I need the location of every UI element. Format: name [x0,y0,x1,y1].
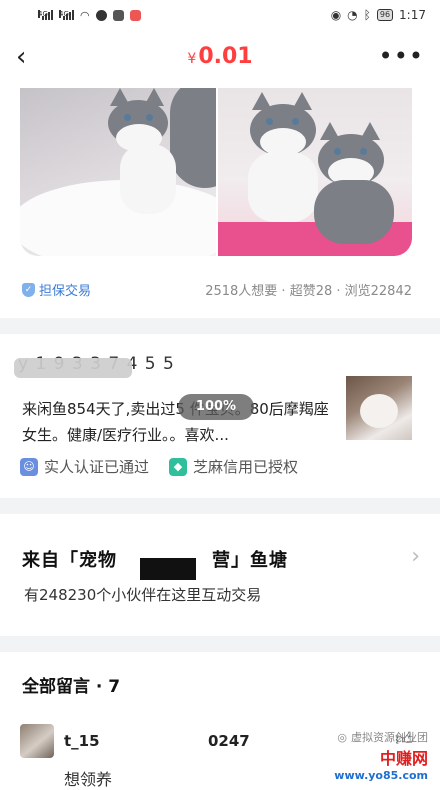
cat-eye [266,118,273,125]
eye-icon: ◉ [330,8,342,22]
cat-photo-2[interactable] [216,88,412,256]
battery-icon: 96 [376,9,394,21]
chat-app-icon [95,9,107,21]
pond-card[interactable]: 来自「宠物 营」鱼塘 有248230个小伙伴在这里互动交易 › [0,514,440,636]
signal-icon: 4G [59,10,74,20]
image-app-icon [112,9,124,21]
guarantee-badge[interactable]: ✓ 担保交易 [22,280,91,299]
redaction-block [140,558,196,580]
price-value: 0.01 [198,44,253,69]
cat-body [314,180,394,244]
photo-gallery[interactable] [20,88,412,256]
seller-card[interactable]: y 1 9 3 3 7 4 5 5 来闲鱼854天了,卖出过5 件宝贝。80后摩… [0,334,440,498]
seller-description: 来闲鱼854天了,卖出过5 件宝贝。80后摩羯座女生。健康/医疗行业。。喜欢..… [22,400,329,444]
watermark-brand: 中赚网 [379,749,428,768]
verification-row: ☺ 实人认证已通过 ◆ 芝麻信用已授权 [20,456,298,477]
comments-title: 全部留言 · 7 [22,677,121,697]
sesame-credit-icon: ◆ [169,457,188,476]
price-display: ¥0.01 [0,44,440,69]
currency-symbol: ¥ [187,51,197,67]
verify-sesame-credit[interactable]: ◆ 芝麻信用已授权 [169,456,298,477]
item-stats: 2518人想要 · 超赞28 · 浏览22842 [205,284,412,299]
bluetooth-icon: ᛒ [363,8,371,22]
watermark-text: 虚拟资源创业团 [351,731,428,744]
person-id-icon: ☺ [20,457,38,476]
notification-app-icon [129,9,141,21]
commenter-name-suffix: 0247 [208,732,250,750]
watermark-url: www.yo85.com [334,769,428,782]
zoom-badge: 100% [178,394,254,420]
shield-icon: ✓ [22,282,35,297]
nav-bar: ‹ ¥0.01 ••• [0,30,440,88]
wechat-icon: ◎ [337,730,347,744]
chevron-right-icon[interactable]: › [411,544,420,569]
commenter-avatar[interactable] [20,724,54,758]
cat-face [360,394,398,428]
more-button[interactable]: ••• [379,42,424,70]
verify-label: 实人认证已通过 [44,458,150,476]
cat-body [120,144,176,214]
fluffy-blanket [20,180,216,256]
status-bar: 4G 4G ◠ ◉ ◔ ᛒ 96 1:17 [0,0,440,30]
cat-body [248,152,318,222]
signal-icon: 4G [38,10,53,20]
grey-cat-shape [170,88,216,188]
alarm-icon: ◔ [347,8,358,22]
name-blur-mask [14,358,132,378]
goods-card: ✓ 担保交易 2518人想要 · 超赞28 · 浏览22842 [0,88,440,318]
seller-avatar[interactable] [346,376,412,440]
watermark-line: ◎ 虚拟资源创业团 [334,729,428,745]
cat-eye [334,148,341,155]
status-right: ◉ ◔ ᛒ 96 1:17 [331,8,426,22]
verify-real-name[interactable]: ☺ 实人认证已通过 [20,456,149,477]
guarantee-label: 担保交易 [39,284,92,299]
status-left: 4G 4G ◠ [38,9,141,22]
cat-eye [124,114,131,121]
comment-text: 想领养 [64,770,113,789]
commenter-name-prefix: t_15 [64,732,100,750]
pond-subtitle: 有248230个小伙伴在这里互动交易 [24,586,262,604]
cat-photo-1[interactable] [20,88,216,256]
status-time: 1:17 [399,8,426,22]
watermark: ◎ 虚拟资源创业团 中赚网 www.yo85.com [334,729,428,783]
wifi-icon: ◠ [80,8,90,22]
verify-label: 芝麻信用已授权 [193,458,299,476]
cat-eye [146,114,153,121]
cat-eye [292,118,299,125]
cat-eye [360,148,367,155]
